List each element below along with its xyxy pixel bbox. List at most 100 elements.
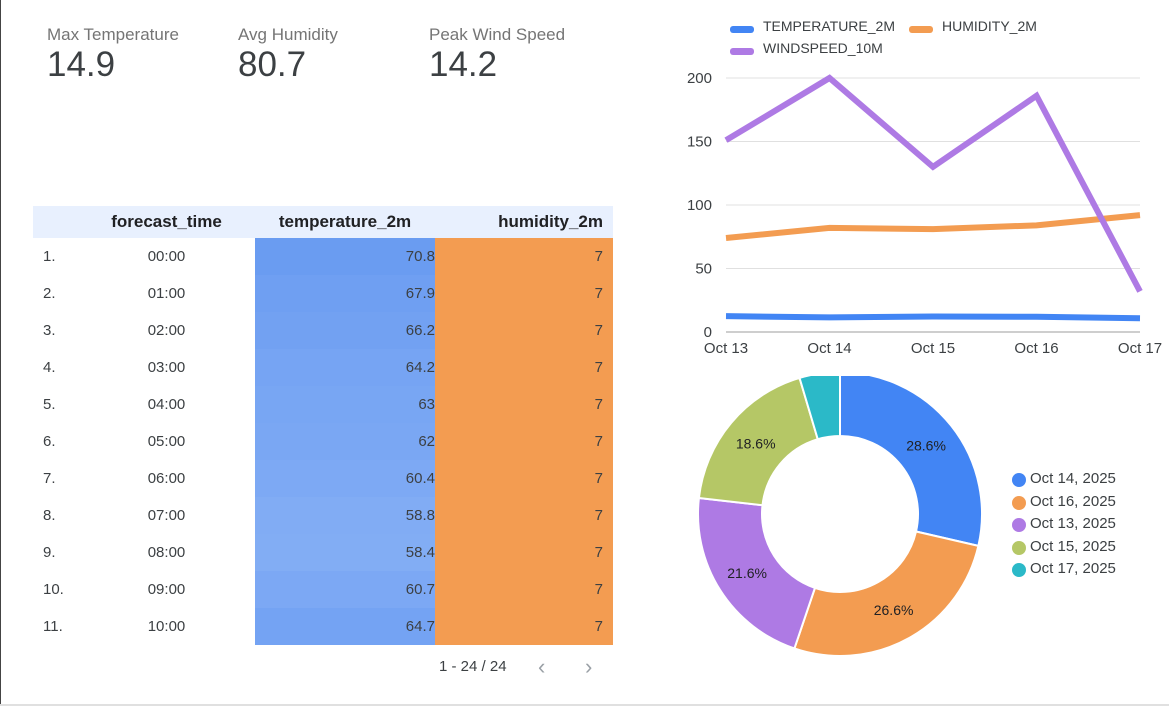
scorecard-value: 14.2 xyxy=(429,45,498,84)
row-number: 7. xyxy=(43,470,56,487)
cell-forecast-time: 05:00 xyxy=(147,433,186,450)
row-number: 2. xyxy=(43,285,56,302)
legend-swatch xyxy=(909,26,933,33)
pagination-label: 1 - 24 / 24 xyxy=(439,658,507,675)
cell-forecast-time: 06:00 xyxy=(147,470,186,487)
scorecard-max-temperature[interactable]: Max Temperature 14.9 xyxy=(47,24,179,84)
legend-swatch xyxy=(730,48,754,55)
legend-label: Oct 13, 2025 xyxy=(1030,515,1116,532)
cell-temperature: 60.4 xyxy=(255,460,446,497)
legend-label: WINDSPEED_10M xyxy=(763,40,883,56)
table-row[interactable]: 2. 01:00 67.9 7 xyxy=(33,275,613,312)
chevron-left-icon[interactable]: ‹ xyxy=(538,654,545,680)
column-header-humidity[interactable]: humidity_2m xyxy=(435,206,613,238)
cell-forecast-time: 00:00 xyxy=(147,248,186,265)
x-tick-label: Oct 16 xyxy=(1014,340,1058,357)
cell-humidity: 7 xyxy=(435,312,613,349)
cell-temperature: 63 xyxy=(255,386,446,423)
table-body: 1. 00:00 70.8 7 2. 01:00 67.9 7 3. 02:00 66.2 7 4. 03… xyxy=(33,238,613,645)
scorecard-value: 14.9 xyxy=(47,45,116,84)
donut-slice[interactable] xyxy=(793,530,980,657)
donut-slice[interactable] xyxy=(839,376,983,548)
column-header-temperature[interactable]: temperature_2m xyxy=(255,206,435,238)
scorecard-peak-wind-speed[interactable]: Peak Wind Speed 14.2 xyxy=(429,24,565,84)
row-number: 6. xyxy=(43,433,56,450)
cell-humidity: 7 xyxy=(435,608,613,645)
scorecard-label: Avg Humidity xyxy=(238,25,338,44)
row-number: 11. xyxy=(43,618,63,635)
cell-humidity: 7 xyxy=(435,238,613,275)
y-tick-label: 50 xyxy=(695,261,712,278)
legend-label: Oct 14, 2025 xyxy=(1030,470,1116,487)
cell-temperature: 58.8 xyxy=(255,497,446,534)
row-number: 1. xyxy=(43,248,56,265)
legend-dot xyxy=(1012,540,1026,555)
legend-dot xyxy=(1012,473,1026,487)
cell-temperature: 60.7 xyxy=(255,571,446,608)
cell-humidity: 7 xyxy=(435,571,613,608)
chevron-right-icon[interactable]: › xyxy=(585,654,592,680)
cell-temperature: 58.4 xyxy=(255,534,446,571)
cell-humidity: 7 xyxy=(435,349,613,386)
table-row[interactable]: 4. 03:00 64.2 7 xyxy=(33,349,613,386)
legend-label: TEMPERATURE_2M xyxy=(763,18,895,34)
slice-percent-label: 28.6% xyxy=(906,437,946,453)
data-table[interactable]: forecast_time temperature_2m humidity_2m… xyxy=(33,206,613,645)
slice-percent-label: 26.6% xyxy=(874,602,914,618)
legend-dot xyxy=(1012,563,1026,577)
row-number: 3. xyxy=(43,322,56,339)
table-row[interactable]: 8. 07:00 58.8 7 xyxy=(33,497,613,534)
cell-forecast-time: 08:00 xyxy=(147,544,186,561)
cell-humidity: 7 xyxy=(435,497,613,534)
line-chart[interactable]: 0 50 100 150 200 Oct 13 Oct 14 Oct 15 Oct 16 Oct … xyxy=(680,60,1169,365)
cell-forecast-time: 04:00 xyxy=(147,396,186,413)
legend-dot xyxy=(1012,518,1026,532)
cell-forecast-time: 03:00 xyxy=(147,359,186,376)
table-row[interactable]: 11. 10:00 64.7 7 xyxy=(33,608,613,645)
table-row[interactable]: 3. 02:00 66.2 7 xyxy=(33,312,613,349)
cell-temperature: 64.2 xyxy=(255,349,446,386)
cell-temperature: 70.8 xyxy=(255,238,446,275)
cell-forecast-time: 09:00 xyxy=(147,581,186,598)
canvas-left-border xyxy=(0,0,1,706)
cell-forecast-time: 07:00 xyxy=(147,507,186,524)
cell-humidity: 7 xyxy=(435,423,613,460)
y-tick-label: 200 xyxy=(687,70,712,87)
cell-temperature: 66.2 xyxy=(255,312,446,349)
cell-humidity: 7 xyxy=(435,275,613,312)
row-number: 5. xyxy=(43,396,56,413)
legend-swatch xyxy=(730,26,754,33)
table-row[interactable]: 9. 08:00 58.4 7 xyxy=(33,534,613,571)
table-row[interactable]: 10. 09:00 60.7 7 xyxy=(33,571,613,608)
cell-forecast-time: 10:00 xyxy=(147,618,186,635)
y-tick-label: 0 xyxy=(704,324,712,341)
column-header-forecast-time[interactable]: forecast_time xyxy=(108,206,225,238)
y-tick-label: 150 xyxy=(687,134,712,151)
table-row[interactable]: 5. 04:00 63 7 xyxy=(33,386,613,423)
x-tick-label: Oct 15 xyxy=(911,340,955,357)
table-header: forecast_time temperature_2m humidity_2m xyxy=(33,206,613,238)
legend-label: Oct 15, 2025 xyxy=(1030,537,1116,555)
row-number: 8. xyxy=(43,507,56,524)
scorecard-label: Max Temperature xyxy=(47,25,179,44)
cell-forecast-time: 02:00 xyxy=(147,322,186,339)
legend-dot xyxy=(1012,495,1026,510)
table-row[interactable]: 7. 06:00 60.4 7 xyxy=(33,460,613,497)
table-row[interactable]: 6. 05:00 62 7 xyxy=(33,423,613,460)
row-number: 9. xyxy=(43,544,56,561)
donut-chart[interactable]: 28.6% 26.6% 21.6% 18.6% xyxy=(690,376,990,666)
table-row[interactable]: 1. 00:00 70.8 7 xyxy=(33,238,613,275)
cell-humidity: 7 xyxy=(435,386,613,423)
cell-temperature: 64.7 xyxy=(255,608,446,645)
row-number: 10. xyxy=(43,581,64,598)
series-line-temperature-2m[interactable] xyxy=(725,313,1141,322)
x-tick-label: Oct 17 xyxy=(1118,340,1162,357)
scorecard-label: Peak Wind Speed xyxy=(429,25,566,44)
scorecard-value: 80.7 xyxy=(238,45,307,84)
series-line-humidity-2m[interactable] xyxy=(725,212,1141,242)
scorecard-avg-humidity[interactable]: Avg Humidity 80.7 xyxy=(238,24,338,84)
x-tick-label: Oct 13 xyxy=(704,340,748,357)
legend-label: Oct 16, 2025 xyxy=(1030,492,1116,510)
series-line-windspeed-10m[interactable] xyxy=(724,74,1143,293)
cell-humidity: 7 xyxy=(435,534,613,571)
